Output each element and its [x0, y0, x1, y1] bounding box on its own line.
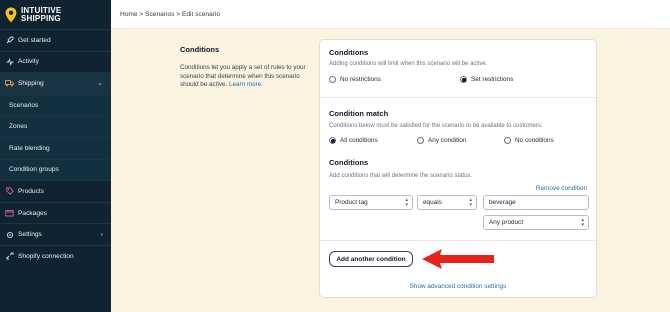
- sidebar-item-products[interactable]: Products: [0, 180, 111, 202]
- sidebar-item-activity[interactable]: Activity: [0, 50, 111, 73]
- conditions-section-title: Conditions: [329, 48, 369, 57]
- breadcrumb-text[interactable]: Home > Scenarios > Edit scenario: [120, 11, 220, 18]
- select-value: Any product: [489, 219, 524, 226]
- radio-no-restrictions[interactable]: No restrictions: [329, 76, 381, 83]
- show-advanced-settings-link[interactable]: Show advanced condition settings: [320, 283, 596, 290]
- sidebar-item-label: Activity: [18, 58, 39, 66]
- sidebar-item-shipping[interactable]: Shipping ⌄: [0, 72, 111, 94]
- sidebar-item-get-started[interactable]: Get started: [0, 29, 111, 51]
- radio-label: No restrictions: [340, 76, 381, 83]
- select-value: equals: [423, 199, 442, 206]
- sidebar-item-packages[interactable]: Packages: [0, 201, 111, 224]
- sidebar-item-rate-blending[interactable]: Rate blending: [0, 136, 111, 159]
- sidebar-item-settings[interactable]: Settings ›: [0, 223, 111, 245]
- chevron-right-icon: ›: [100, 231, 103, 239]
- map-pin-icon: [5, 7, 17, 22]
- sidebar-item-label: Products: [18, 187, 45, 195]
- radio-label: No conditions: [515, 137, 554, 144]
- condition-scope-select[interactable]: Any product ▴ ▾: [483, 215, 589, 230]
- sidebar-item-label: Shipping: [18, 79, 44, 87]
- radio-label: Any condition: [428, 137, 467, 144]
- sidebar-item-zones[interactable]: Zones: [0, 115, 111, 137]
- condition-value-input[interactable]: beverage: [483, 195, 589, 210]
- radio-any-condition[interactable]: Any condition: [417, 137, 466, 144]
- radio-button[interactable]: [417, 137, 424, 144]
- radio-all-conditions[interactable]: All conditions: [329, 137, 378, 144]
- sidebar: INTUITIVE SHIPPING Get started Activity …: [0, 0, 111, 312]
- section-divider: [320, 240, 596, 241]
- rules-title: Conditions: [329, 158, 369, 167]
- brand-line-2: SHIPPING: [21, 13, 61, 23]
- link-icon: [5, 252, 14, 261]
- remove-condition-link[interactable]: Remove condition: [536, 185, 587, 192]
- rocket-icon: [5, 36, 14, 45]
- radio-no-conditions[interactable]: No conditions: [504, 137, 554, 144]
- button-label: Add another condition: [336, 255, 406, 263]
- learn-more-link[interactable]: Learn more.: [229, 81, 263, 88]
- radio-label: All conditions: [340, 137, 378, 144]
- radio-button[interactable]: [329, 76, 336, 83]
- input-value: beverage: [489, 199, 516, 206]
- condition-match-subtitle: Conditions below must be satisfied for t…: [329, 123, 543, 129]
- sidebar-item-label: Rate blending: [9, 144, 50, 152]
- sidebar-item-label: Shopify connection: [18, 252, 74, 260]
- condition-operator-select[interactable]: equals ▴ ▾: [417, 195, 477, 210]
- radio-set-restrictions[interactable]: Set restrictions: [460, 76, 513, 83]
- activity-icon: [5, 57, 14, 66]
- conditions-section-subtitle: Adding conditions will limit when this s…: [329, 61, 488, 67]
- radio-button-selected[interactable]: [460, 76, 467, 83]
- condition-match-title: Condition match: [329, 109, 389, 118]
- sidebar-item-shopify-connection[interactable]: Shopify connection: [0, 244, 111, 267]
- sidebar-nav: Get started Activity Shipping ⌄ Scenario…: [0, 29, 111, 267]
- description-title: Conditions: [180, 45, 220, 54]
- select-arrows-icon: ▴ ▾: [581, 217, 584, 228]
- select-arrows-icon: ▴ ▾: [469, 197, 472, 208]
- sidebar-item-label: Condition groups: [9, 166, 59, 174]
- radio-button[interactable]: [504, 137, 511, 144]
- sidebar-item-label: Scenarios: [9, 101, 39, 109]
- annotation-arrow-icon: [422, 249, 494, 269]
- add-another-condition-button[interactable]: Add another condition: [329, 251, 413, 267]
- sidebar-item-scenarios[interactable]: Scenarios: [0, 93, 111, 116]
- section-divider: [320, 97, 596, 98]
- gear-icon: [5, 230, 14, 239]
- truck-icon: [5, 79, 14, 88]
- sidebar-item-condition-groups[interactable]: Condition groups: [0, 158, 111, 181]
- brand-name: INTUITIVE SHIPPING: [21, 6, 61, 23]
- radio-button-selected[interactable]: [329, 137, 336, 144]
- select-arrows-icon: ▴ ▾: [405, 197, 408, 208]
- brand-logo[interactable]: INTUITIVE SHIPPING: [0, 0, 111, 29]
- conditions-description: Conditions Conditions let you apply a se…: [180, 45, 310, 90]
- sidebar-item-label: Settings: [18, 231, 42, 239]
- description-body: Conditions let you apply a set of rules …: [180, 64, 310, 90]
- sidebar-item-label: Zones: [9, 123, 28, 131]
- tag-icon: [5, 187, 14, 196]
- select-value: Product tag: [335, 199, 368, 206]
- breadcrumb: Home > Scenarios > Edit scenario: [111, 0, 670, 29]
- rules-subtitle: Add conditions that will determine the s…: [329, 173, 473, 179]
- condition-field-select[interactable]: Product tag ▴ ▾: [329, 195, 413, 210]
- sidebar-item-label: Packages: [18, 209, 47, 217]
- sidebar-item-label: Get started: [18, 36, 51, 44]
- radio-label: Set restrictions: [471, 76, 514, 83]
- chevron-down-icon: ⌄: [97, 80, 103, 88]
- package-icon: [5, 209, 14, 218]
